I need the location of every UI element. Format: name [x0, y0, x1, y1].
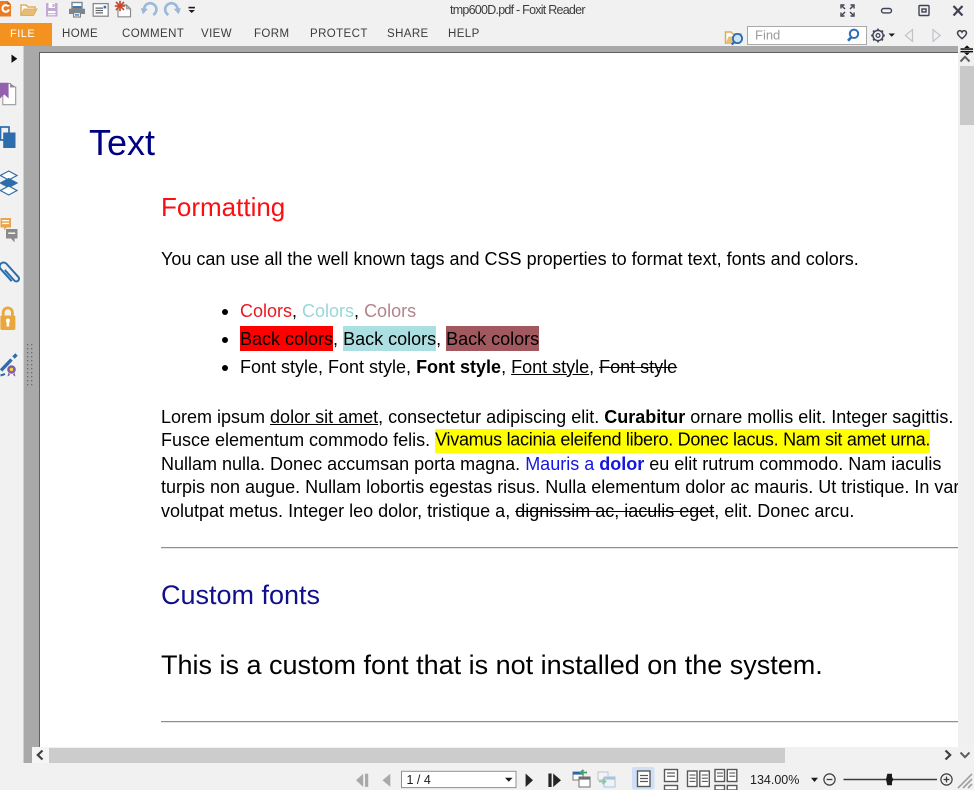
svg-text:Find: Find	[755, 27, 780, 42]
svg-text:134.00%: 134.00%	[750, 773, 799, 787]
svg-text:1 / 4: 1 / 4	[407, 773, 431, 787]
